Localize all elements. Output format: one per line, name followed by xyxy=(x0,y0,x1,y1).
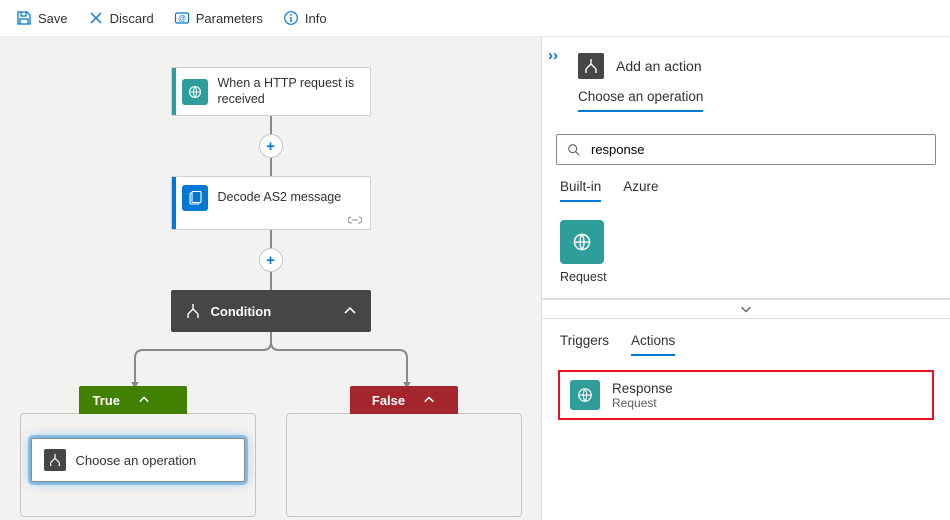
discard-icon xyxy=(88,10,104,26)
result-title: Response xyxy=(612,381,673,396)
panel-title: Add an action xyxy=(616,58,702,74)
tab-triggers[interactable]: Triggers xyxy=(560,333,609,356)
info-button[interactable]: Info xyxy=(275,6,335,30)
connector-line xyxy=(270,116,272,134)
as2-icon xyxy=(182,185,208,211)
chevron-up-icon[interactable] xyxy=(343,304,357,318)
as2-label: Decode AS2 message xyxy=(218,190,342,206)
action-result-response[interactable]: Response Request xyxy=(558,370,934,420)
top-toolbar: Save Discard @ Parameters Info xyxy=(0,0,950,37)
search-box[interactable] xyxy=(556,134,936,165)
discard-label: Discard xyxy=(110,11,154,26)
add-step-button[interactable]: + xyxy=(259,248,283,272)
panel-subtitle-row: Choose an operation xyxy=(542,87,950,112)
trigger-node-http-request[interactable]: When a HTTP request is received xyxy=(171,67,371,116)
connector-gallery: Request xyxy=(542,202,950,299)
branch-false-header[interactable]: False xyxy=(350,386,458,414)
node-accent xyxy=(172,177,176,229)
tab-actions[interactable]: Actions xyxy=(631,333,675,356)
connector-line xyxy=(270,272,272,290)
connector-tile-request[interactable] xyxy=(560,220,604,264)
save-icon xyxy=(16,10,32,26)
panel-subtitle: Choose an operation xyxy=(578,89,703,112)
designer-canvas[interactable]: When a HTTP request is received + Decode… xyxy=(0,37,542,520)
parameters-button[interactable]: @ Parameters xyxy=(166,6,271,30)
operation-icon xyxy=(44,449,66,471)
save-label: Save xyxy=(38,11,68,26)
branch-false-container[interactable]: False xyxy=(286,413,522,517)
tab-azure[interactable]: Azure xyxy=(623,179,658,202)
branch-connector xyxy=(91,332,451,388)
tab-built-in[interactable]: Built-in xyxy=(560,179,601,202)
branch-true-label: True xyxy=(93,393,120,408)
node-accent xyxy=(172,68,176,115)
parameters-icon: @ xyxy=(174,10,190,26)
expand-connectors-button[interactable] xyxy=(542,299,950,319)
trigger-label: When a HTTP request is received xyxy=(218,76,360,107)
triggers-actions-tabs: Triggers Actions xyxy=(542,319,950,356)
chevron-up-icon[interactable] xyxy=(423,394,435,406)
chevron-up-icon[interactable] xyxy=(138,394,150,406)
save-button[interactable]: Save xyxy=(8,6,76,30)
search-input[interactable] xyxy=(589,141,925,158)
condition-icon xyxy=(185,303,201,319)
svg-text:@: @ xyxy=(178,14,186,23)
branch-false-label: False xyxy=(372,393,405,408)
link-icon xyxy=(348,215,362,225)
branch-true-container[interactable]: True Choose an operation xyxy=(20,413,256,517)
parameters-label: Parameters xyxy=(196,11,263,26)
info-icon xyxy=(283,10,299,26)
branch-true-header[interactable]: True xyxy=(79,386,187,414)
info-label: Info xyxy=(305,11,327,26)
search-icon xyxy=(567,143,581,157)
add-step-button[interactable]: + xyxy=(259,134,283,158)
choose-operation-button[interactable]: Choose an operation xyxy=(31,438,245,482)
response-icon xyxy=(570,380,600,410)
choose-operation-label: Choose an operation xyxy=(76,453,197,468)
action-node-decode-as2[interactable]: Decode AS2 message xyxy=(171,176,371,230)
panel-header: Add an action xyxy=(542,37,950,87)
condition-label: Condition xyxy=(211,304,272,319)
connector-line xyxy=(270,158,272,176)
collapse-panel-button[interactable]: ›› xyxy=(548,47,558,64)
scope-tabs: Built-in Azure xyxy=(542,165,950,202)
add-action-icon xyxy=(578,53,604,79)
result-subtitle: Request xyxy=(612,396,673,410)
connector-label: Request xyxy=(560,270,932,284)
http-request-icon xyxy=(182,79,208,105)
action-picker-panel: ›› Add an action Choose an operation Bui… xyxy=(542,37,950,520)
connector-line xyxy=(270,230,272,248)
discard-button[interactable]: Discard xyxy=(80,6,162,30)
condition-node[interactable]: Condition xyxy=(171,290,371,332)
